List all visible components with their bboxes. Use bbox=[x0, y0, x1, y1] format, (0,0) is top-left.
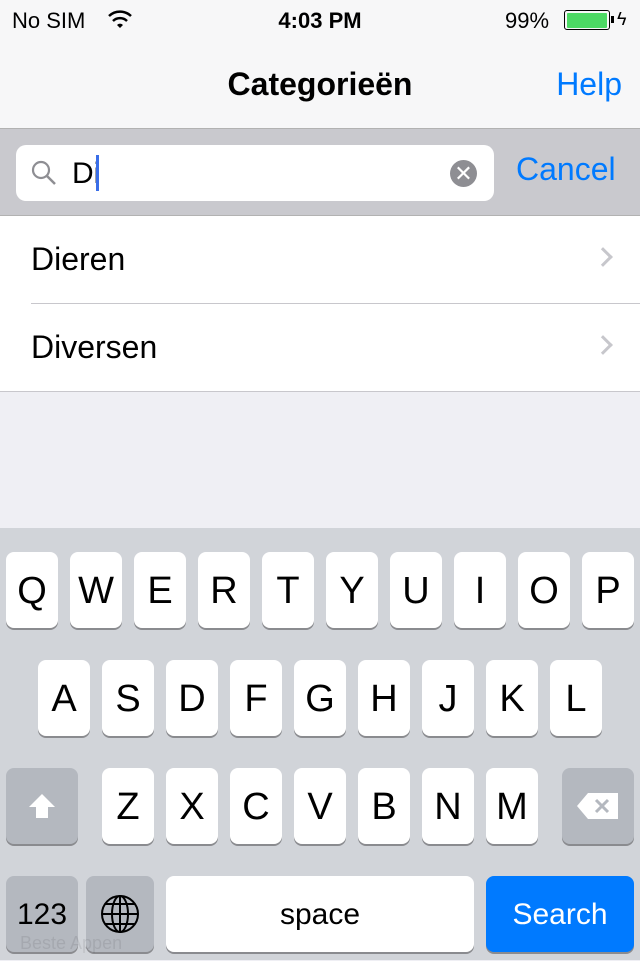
list-item-label: Diversen bbox=[31, 329, 158, 365]
key-j[interactable]: J bbox=[422, 660, 474, 736]
key-p[interactable]: P bbox=[582, 552, 634, 628]
navigation-bar: Categorieën Help bbox=[0, 40, 640, 128]
page-title: Categorieën bbox=[227, 66, 413, 102]
clear-icon[interactable]: ✕ bbox=[450, 160, 477, 187]
watermark: Beste Appen bbox=[20, 933, 123, 953]
key-o[interactable]: O bbox=[518, 552, 570, 628]
key-a[interactable]: A bbox=[38, 660, 90, 736]
key-b[interactable]: B bbox=[358, 768, 410, 844]
cancel-button[interactable]: Cancel bbox=[516, 151, 616, 188]
chevron-right-icon bbox=[593, 247, 613, 267]
key-f[interactable]: F bbox=[230, 660, 282, 736]
shift-icon bbox=[29, 794, 55, 818]
search-input[interactable]: Di ✕ bbox=[16, 145, 494, 201]
search-bar: Di ✕ Cancel bbox=[0, 128, 640, 216]
key-q[interactable]: Q bbox=[6, 552, 58, 628]
search-icon bbox=[31, 160, 56, 185]
key-r[interactable]: R bbox=[198, 552, 250, 628]
key-d[interactable]: D bbox=[166, 660, 218, 736]
list-item-label: Dieren bbox=[31, 241, 126, 277]
key-l[interactable]: L bbox=[550, 660, 602, 736]
key-m[interactable]: M bbox=[486, 768, 538, 844]
list-item[interactable]: Dieren bbox=[0, 216, 640, 304]
key-h[interactable]: H bbox=[358, 660, 410, 736]
key-n[interactable]: N bbox=[422, 768, 474, 844]
key-z[interactable]: Z bbox=[102, 768, 154, 844]
key-i[interactable]: I bbox=[454, 552, 506, 628]
key-e[interactable]: E bbox=[134, 552, 186, 628]
help-button[interactable]: Help bbox=[556, 66, 622, 103]
key-w[interactable]: W bbox=[70, 552, 122, 628]
chevron-right-icon bbox=[593, 335, 613, 355]
globe-icon bbox=[101, 895, 139, 933]
backspace-icon bbox=[577, 793, 618, 819]
key-x[interactable]: X bbox=[166, 768, 218, 844]
delete-key[interactable] bbox=[562, 768, 634, 844]
key-c[interactable]: C bbox=[230, 768, 282, 844]
battery-percent: 99% bbox=[505, 8, 550, 33]
key-t[interactable]: T bbox=[262, 552, 314, 628]
status-bar: No SIM 4:03 PM 99% ϟ bbox=[0, 0, 640, 40]
keyboard: 123 Beste Appen space Search QWERTYUIOPA… bbox=[0, 528, 640, 960]
text-cursor bbox=[96, 155, 99, 191]
key-u[interactable]: U bbox=[390, 552, 442, 628]
key-g[interactable]: G bbox=[294, 660, 346, 736]
shift-key[interactable] bbox=[6, 768, 78, 844]
search-key[interactable]: Search bbox=[486, 876, 634, 952]
space-key[interactable]: space bbox=[166, 876, 474, 952]
key-s[interactable]: S bbox=[102, 660, 154, 736]
key-k[interactable]: K bbox=[486, 660, 538, 736]
charging-icon: ϟ bbox=[617, 9, 627, 29]
key-y[interactable]: Y bbox=[326, 552, 378, 628]
battery-icon bbox=[564, 10, 610, 30]
list-item[interactable]: Diversen bbox=[0, 304, 640, 392]
key-v[interactable]: V bbox=[294, 768, 346, 844]
